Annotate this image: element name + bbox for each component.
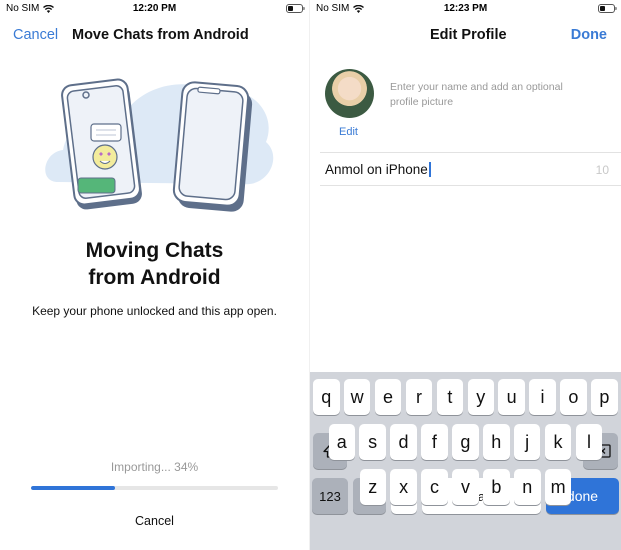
key-t[interactable]: t xyxy=(436,379,464,415)
key-s[interactable]: s xyxy=(359,424,386,460)
cancel-import-button[interactable]: Cancel xyxy=(0,514,309,528)
edit-profile-screen: No SIM 12:23 PM Edit Profile Done Edit E… xyxy=(310,0,621,550)
done-button[interactable]: Done xyxy=(571,27,607,43)
key-k[interactable]: k xyxy=(544,424,572,460)
progress-fill xyxy=(31,486,115,490)
moving-chats-heading: Moving Chats from Android xyxy=(0,237,309,291)
numbers-key-label: 123 xyxy=(319,488,341,504)
status-bar: No SIM 12:23 PM xyxy=(310,0,621,18)
instruction-text: Keep your phone unlocked and this app op… xyxy=(32,304,277,318)
key-w[interactable]: w xyxy=(343,379,371,415)
android-phone xyxy=(61,78,142,210)
key-y[interactable]: y xyxy=(467,379,494,415)
keyboard: 123 space done qwertyuiopasdfghjklzxcvbn… xyxy=(310,372,621,550)
key-c[interactable]: c xyxy=(421,469,448,505)
import-progress-bar xyxy=(31,486,278,490)
profile-avatar[interactable] xyxy=(325,69,374,118)
key-a[interactable]: a xyxy=(328,424,355,460)
battery-icon xyxy=(598,4,617,13)
remaining-char-count: 10 xyxy=(595,163,609,177)
status-bar: No SIM 12:20 PM xyxy=(0,0,309,18)
name-input[interactable]: Anmol on iPhone xyxy=(325,162,431,177)
key-e[interactable]: e xyxy=(374,379,402,415)
key-m[interactable]: m xyxy=(544,469,572,505)
key-f[interactable]: f xyxy=(421,424,448,460)
key-j[interactable]: j xyxy=(513,424,541,460)
heading-line-1: Moving Chats xyxy=(85,239,224,262)
phones-illustration xyxy=(45,78,274,212)
done-key-label: done xyxy=(566,488,599,504)
move-chats-screen: No SIM 12:20 PM Cancel Move Chats from A… xyxy=(0,0,309,550)
heading-line-2: from Android xyxy=(88,266,221,289)
edit-photo-button[interactable]: Edit xyxy=(339,126,358,138)
iphone xyxy=(172,81,253,212)
battery-icon xyxy=(286,4,305,13)
numbers-key[interactable]: 123 xyxy=(312,478,348,514)
key-n[interactable]: n xyxy=(514,469,541,505)
key-p[interactable]: p xyxy=(591,379,618,415)
name-field[interactable]: Anmol on iPhone 10 xyxy=(320,152,621,186)
key-z[interactable]: z xyxy=(359,469,386,505)
clock: 12:20 PM xyxy=(132,3,177,14)
key-b[interactable]: b xyxy=(483,469,510,505)
key-x[interactable]: x xyxy=(390,469,417,505)
key-h[interactable]: h xyxy=(483,424,510,460)
key-i[interactable]: i xyxy=(529,379,556,415)
key-u[interactable]: u xyxy=(498,379,525,415)
nav-bar: Edit Profile Done xyxy=(310,22,621,48)
key-q[interactable]: q xyxy=(313,379,340,415)
progress-label: Importing... 34% xyxy=(110,460,199,474)
page-title: Edit Profile xyxy=(430,27,507,43)
profile-hint-text: Enter your name and add an optional prof… xyxy=(390,81,563,108)
key-o[interactable]: o xyxy=(560,379,587,415)
key-g[interactable]: g xyxy=(452,424,479,460)
clock: 12:23 PM xyxy=(443,3,488,14)
cancel-button[interactable]: Cancel xyxy=(13,27,58,43)
name-input-value: Anmol on iPhone xyxy=(325,162,428,177)
nav-bar: Cancel Move Chats from Android xyxy=(0,22,309,48)
text-cursor xyxy=(428,162,431,177)
page-title: Move Chats from Android xyxy=(72,27,249,43)
key-v[interactable]: v xyxy=(452,469,479,505)
key-d[interactable]: d xyxy=(390,424,417,460)
key-l[interactable]: l xyxy=(575,424,603,460)
key-r[interactable]: r xyxy=(405,379,433,415)
